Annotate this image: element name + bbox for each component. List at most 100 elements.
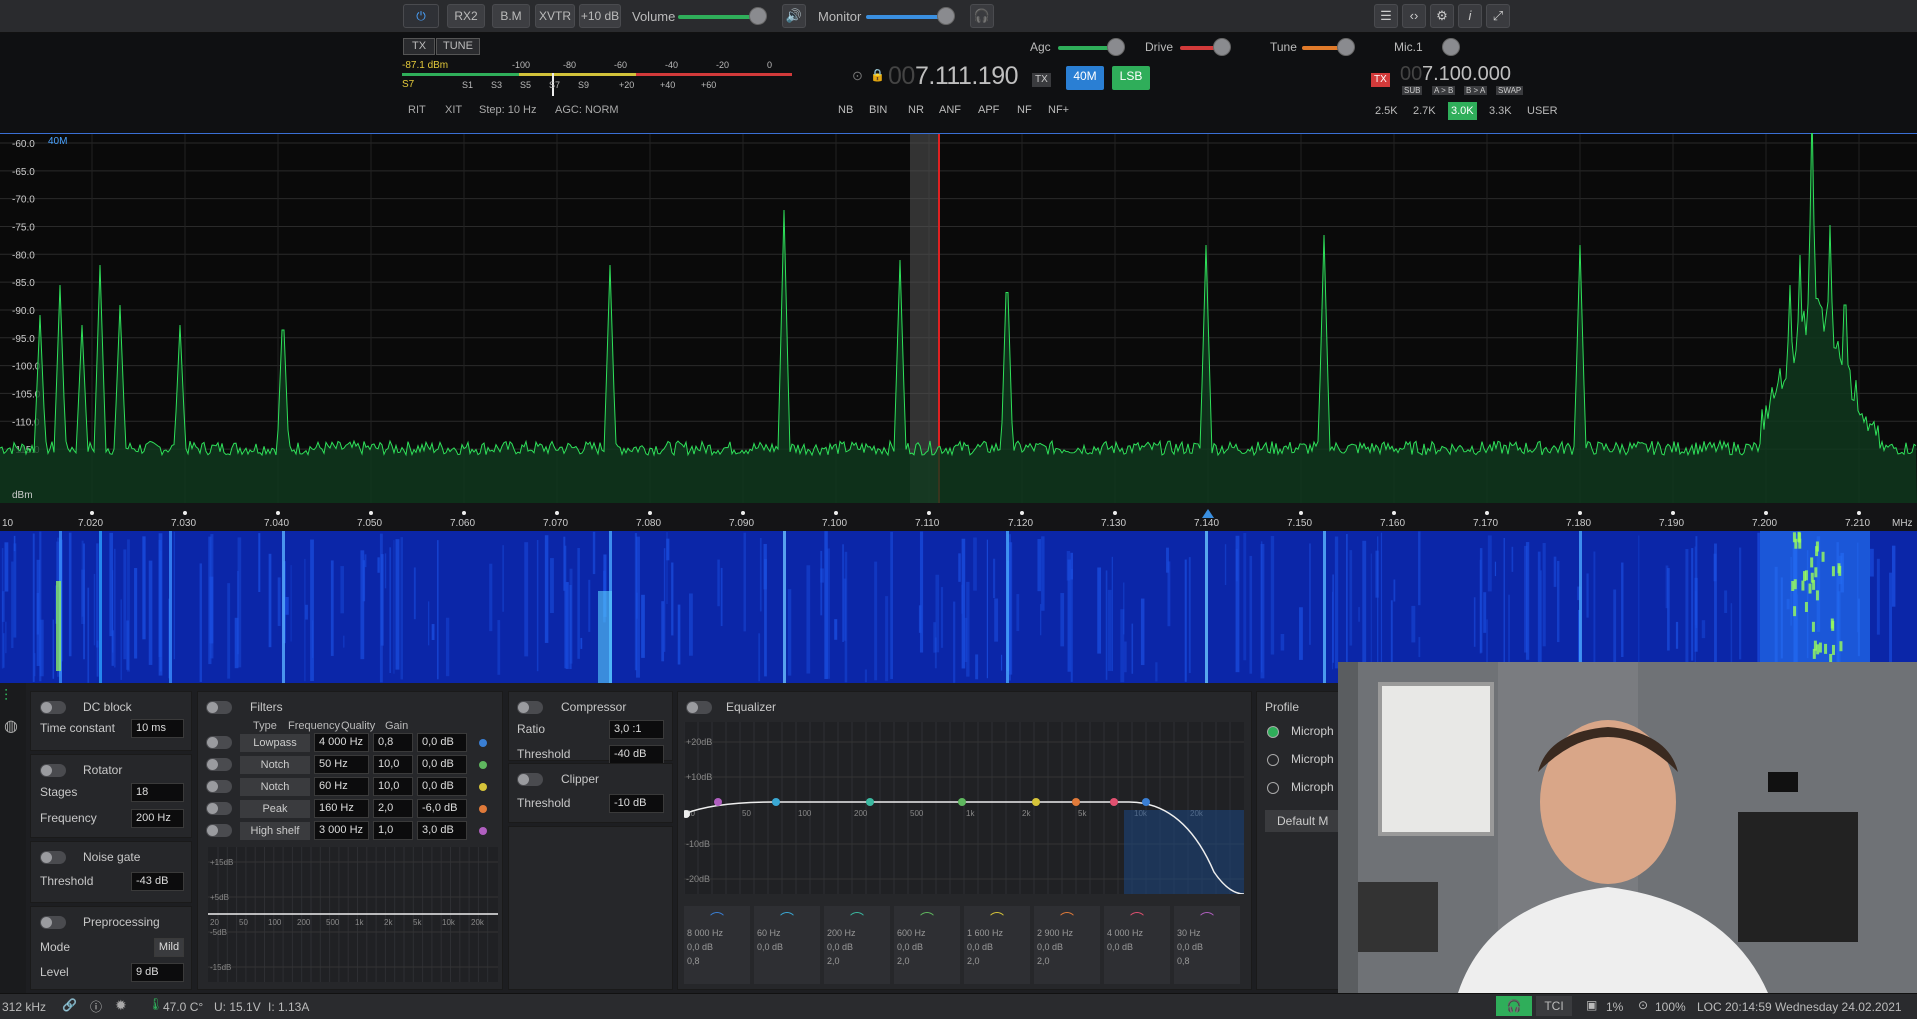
bm-button[interactable]: B.M — [492, 4, 530, 28]
filter-width-button[interactable]: 3.3K — [1486, 102, 1515, 120]
dc-block-toggle[interactable] — [40, 701, 66, 714]
level-field[interactable]: 9 dB — [131, 963, 184, 982]
xvtr-button[interactable]: XVTR — [535, 4, 575, 28]
headphones-icon[interactable]: 🎧 — [970, 4, 994, 28]
eq-band-handle[interactable] — [772, 798, 780, 806]
swap-button[interactable]: SWAP — [1496, 86, 1524, 95]
drive-knob[interactable] — [1213, 38, 1231, 56]
vfo-b-frequency[interactable]: 7.100.000 — [1422, 63, 1511, 86]
mode-button[interactable]: LSB — [1112, 66, 1150, 90]
gear-icon[interactable]: ✹ — [115, 997, 127, 1014]
eq-band-handle[interactable] — [714, 798, 722, 806]
tune-button[interactable]: TUNE — [436, 38, 480, 55]
volume-slider[interactable] — [678, 15, 758, 19]
profile-radio[interactable] — [1267, 782, 1279, 794]
eq-band-cell[interactable]: ⌒ 60 Hz 0,0 dB — [754, 906, 820, 984]
step-display[interactable]: Step: 10 Hz — [479, 104, 536, 116]
filter-type[interactable]: Notch — [240, 756, 310, 774]
filter-row-toggle[interactable] — [206, 736, 232, 749]
monitor-knob[interactable] — [937, 7, 955, 25]
spectrum-display[interactable]: -60.0 -65.0 -70.0 -75.0 -80.0 -85.0 -90.0 -95.0… — [0, 133, 1917, 503]
filter-row-toggle[interactable] — [206, 758, 232, 771]
noise-gate-toggle[interactable] — [40, 851, 66, 864]
stages-field[interactable]: 18 — [131, 783, 184, 802]
plus10db-button[interactable]: +10 dB — [579, 4, 621, 28]
menu-list-icon[interactable]: ☰ — [1374, 4, 1398, 28]
filter-width-button[interactable]: 3.0K — [1448, 102, 1477, 120]
filter-gain[interactable]: 0,0 dB — [417, 755, 467, 774]
sub-button[interactable]: SUB — [1402, 86, 1423, 95]
monitor-slider[interactable] — [866, 15, 946, 19]
eq-band-cell[interactable]: ⌒ 4 000 Hz 0,0 dB — [1104, 906, 1170, 984]
filter-frequency[interactable]: 50 Hz — [314, 755, 369, 774]
filter-quality[interactable]: 1,0 — [373, 821, 413, 840]
eq-band-cell[interactable]: ⌒ 600 Hz 0,0 dB 2,0 — [894, 906, 960, 984]
filter-gain[interactable]: 0,0 dB — [417, 733, 467, 752]
sliders-icon[interactable]: ⫶ — [4, 688, 8, 706]
dsp-button-nb[interactable]: NB — [838, 104, 853, 116]
filter-frequency[interactable]: 4 000 Hz — [314, 733, 369, 752]
eq-band-cell[interactable]: ⌒ 1 600 Hz 0,0 dB 2,0 — [964, 906, 1030, 984]
band-button[interactable]: 40M — [1066, 66, 1104, 90]
agc-mode[interactable]: AGC: NORM — [555, 104, 619, 116]
eq-band-handle[interactable] — [1142, 798, 1150, 806]
filter-type[interactable]: Lowpass — [240, 734, 310, 752]
equalizer-curve[interactable]: +20dB+10dB-10dB-20dB20501002005001k2k5k1… — [684, 722, 1244, 894]
rotator-toggle[interactable] — [40, 764, 66, 777]
filter-gain[interactable]: 0,0 dB — [417, 777, 467, 796]
filter-type[interactable]: Notch — [240, 778, 310, 796]
eq-band-handle[interactable] — [866, 798, 874, 806]
filter-frequency[interactable]: 3 000 Hz — [314, 821, 369, 840]
mic-knob[interactable] — [1442, 38, 1460, 56]
clipper-toggle[interactable] — [517, 773, 543, 786]
filters-toggle[interactable] — [206, 701, 232, 714]
eq-band-handle[interactable] — [1110, 798, 1118, 806]
filter-row-toggle[interactable] — [206, 824, 232, 837]
preprocessing-toggle[interactable] — [40, 916, 66, 929]
filter-type[interactable]: Peak — [240, 800, 310, 818]
mode-select[interactable]: Mild — [154, 938, 184, 957]
noise-gate-threshold-field[interactable]: -43 dB — [131, 872, 184, 891]
filter-frequency[interactable]: 160 Hz — [314, 799, 369, 818]
eq-band-cell[interactable]: ⌒ 2 900 Hz 0,0 dB 2,0 — [1034, 906, 1100, 984]
filter-width-button[interactable]: 2.5K — [1372, 102, 1401, 120]
clipper-threshold-field[interactable]: -10 dB — [609, 794, 664, 813]
eq-band-handle[interactable] — [1032, 798, 1040, 806]
volume-knob[interactable] — [749, 7, 767, 25]
filter-quality[interactable]: 2,0 — [373, 799, 413, 818]
dsp-button-nfplus[interactable]: NF+ — [1048, 104, 1069, 116]
eq-band-cell[interactable]: ⌒ 30 Hz 0,0 dB 0,8 — [1174, 906, 1240, 984]
filter-gain[interactable]: 3,0 dB — [417, 821, 467, 840]
code-icon[interactable]: ‹› — [1402, 4, 1426, 28]
tci-button[interactable]: TCI — [1536, 996, 1572, 1016]
filter-width-button[interactable]: USER — [1524, 102, 1561, 120]
lock-icon[interactable]: 🔒 — [870, 68, 885, 82]
headset-icon[interactable]: 🎧 — [1496, 996, 1532, 1016]
b-to-a-button[interactable]: B > A — [1464, 86, 1488, 95]
eq-band-cell[interactable]: ⌒ 200 Hz 0,0 dB 2,0 — [824, 906, 890, 984]
rx2-button[interactable]: RX2 — [447, 4, 485, 28]
dsp-button-nr[interactable]: NR — [908, 104, 924, 116]
filter-quality[interactable]: 0,8 — [373, 733, 413, 752]
power-button[interactable]: ⏻ — [403, 4, 439, 28]
compressor-toggle[interactable] — [517, 701, 543, 714]
tune-knob[interactable] — [1337, 38, 1355, 56]
a-to-b-button[interactable]: A > B — [1432, 86, 1456, 95]
compressor-threshold-field[interactable]: -40 dB — [609, 745, 664, 764]
filter-quality[interactable]: 10,0 — [373, 755, 413, 774]
ratio-field[interactable]: 3,0 :1 — [609, 720, 664, 739]
dsp-button-apf[interactable]: APF — [978, 104, 999, 116]
info-icon[interactable]: i — [1458, 4, 1482, 28]
time-constant-field[interactable]: 10 ms — [131, 719, 184, 738]
eq-band-handle[interactable] — [1072, 798, 1080, 806]
settings-icon[interactable]: ⚙ — [1430, 4, 1454, 28]
dsp-button-bin[interactable]: BIN — [869, 104, 887, 116]
profile-radio[interactable] — [1267, 754, 1279, 766]
filter-frequency[interactable]: 60 Hz — [314, 777, 369, 796]
tx-button[interactable]: TX — [403, 38, 435, 55]
profile-radio[interactable] — [1267, 726, 1279, 738]
waterfall-display[interactable] — [0, 531, 1917, 683]
info-circle-icon[interactable]: ⓘ — [90, 998, 102, 1015]
eq-band-handle[interactable] — [958, 798, 966, 806]
filter-type[interactable]: High shelf — [240, 822, 310, 840]
